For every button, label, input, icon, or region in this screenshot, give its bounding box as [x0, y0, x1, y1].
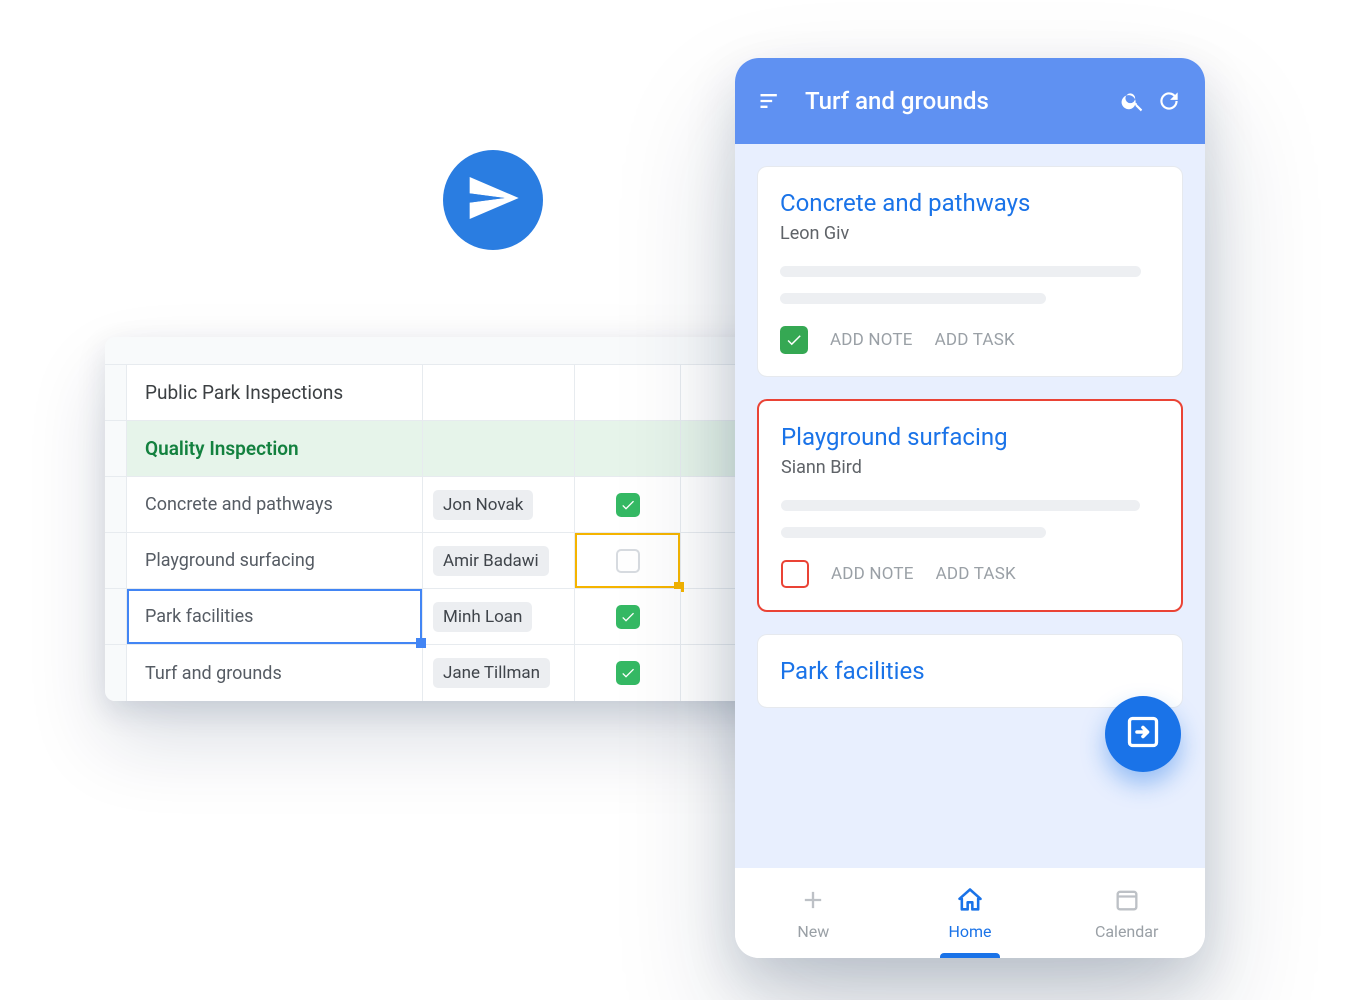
task-card[interactable]: Park facilities — [757, 634, 1183, 708]
arrow-right-box-icon — [1125, 714, 1161, 754]
row-gutter — [105, 533, 127, 588]
nav-new[interactable]: New — [735, 868, 892, 958]
nav-label: Home — [948, 922, 991, 941]
card-actions: ADD NOTE ADD TASK — [781, 560, 1159, 588]
nav-label: New — [797, 922, 829, 941]
cell-task-label: Park facilities — [145, 606, 253, 627]
nav-home[interactable]: Home — [892, 868, 1049, 958]
fab-button[interactable] — [1105, 696, 1181, 772]
checkbox-icon[interactable] — [780, 326, 808, 354]
cell-check[interactable] — [575, 645, 681, 701]
row-gutter — [105, 421, 127, 476]
calendar-icon — [1113, 886, 1141, 918]
section-header-row: Quality Inspection — [105, 421, 825, 477]
cell-assignee[interactable]: Amir Badawi — [423, 533, 575, 588]
add-note-button[interactable]: ADD NOTE — [831, 564, 914, 584]
cell[interactable] — [423, 421, 575, 476]
appbar-title: Turf and grounds — [805, 87, 1115, 115]
spreadsheet-panel: Public Park Inspections Quality Inspecti… — [105, 337, 825, 701]
sort-icon[interactable] — [753, 83, 789, 119]
card-subtitle: Leon Giv — [780, 223, 1160, 244]
sheet-gutter-top — [105, 337, 825, 365]
assignee-chip: Amir Badawi — [433, 546, 549, 576]
sheet-title-row: Public Park Inspections — [105, 365, 825, 421]
table-row: Playground surfacing Amir Badawi — [105, 533, 825, 589]
cell-check[interactable] — [575, 589, 681, 644]
sheet-title[interactable]: Public Park Inspections — [127, 365, 423, 420]
skeleton-line — [781, 500, 1140, 511]
row-gutter — [105, 477, 127, 532]
bottom-nav: New Home Calendar — [735, 868, 1205, 958]
assignee-chip: Jane Tillman — [433, 658, 550, 688]
task-card-alert[interactable]: Playground surfacing Siann Bird ADD NOTE… — [757, 399, 1183, 612]
nav-label: Calendar — [1095, 922, 1158, 941]
row-gutter — [105, 365, 127, 420]
checkbox-icon — [616, 549, 640, 573]
nav-calendar[interactable]: Calendar — [1048, 868, 1205, 958]
card-actions: ADD NOTE ADD TASK — [780, 326, 1160, 354]
section-header[interactable]: Quality Inspection — [127, 421, 423, 476]
add-task-button[interactable]: ADD TASK — [935, 330, 1015, 350]
cell[interactable] — [423, 365, 575, 420]
row-gutter — [105, 645, 127, 701]
task-card[interactable]: Concrete and pathways Leon Giv ADD NOTE … — [757, 166, 1183, 377]
checkbox-icon — [616, 493, 640, 517]
cell-assignee[interactable]: Jane Tillman — [423, 645, 575, 701]
skeleton-line — [780, 266, 1141, 277]
checkbox-icon — [616, 661, 640, 685]
mobile-mockup: Turf and grounds Concrete and pathways L… — [735, 58, 1205, 958]
table-row: Turf and grounds Jane Tillman — [105, 645, 825, 701]
plus-icon — [799, 886, 827, 918]
cell-assignee[interactable]: Jon Novak — [423, 477, 575, 532]
checkbox-icon[interactable] — [781, 560, 809, 588]
paper-plane-icon — [465, 170, 521, 230]
assignee-chip: Jon Novak — [433, 490, 533, 520]
add-task-button[interactable]: ADD TASK — [936, 564, 1016, 584]
assignee-chip: Minh Loan — [433, 602, 532, 632]
cell[interactable] — [575, 421, 681, 476]
skeleton-line — [780, 293, 1046, 304]
cell-task[interactable]: Park facilities — [127, 589, 423, 644]
cell-assignee[interactable]: Minh Loan — [423, 589, 575, 644]
card-title: Concrete and pathways — [780, 189, 1160, 217]
send-badge — [443, 150, 543, 250]
card-title: Playground surfacing — [781, 423, 1159, 451]
table-row: Concrete and pathways Jon Novak — [105, 477, 825, 533]
checkbox-icon — [616, 605, 640, 629]
cell-task[interactable]: Turf and grounds — [127, 645, 423, 701]
home-icon — [956, 886, 984, 918]
cell-task[interactable]: Concrete and pathways — [127, 477, 423, 532]
mobile-body: Concrete and pathways Leon Giv ADD NOTE … — [735, 144, 1205, 868]
table-row: Park facilities Minh Loan — [105, 589, 825, 645]
cell-task[interactable]: Playground surfacing — [127, 533, 423, 588]
cell-check[interactable] — [575, 477, 681, 532]
cell[interactable] — [575, 365, 681, 420]
skeleton-line — [781, 527, 1046, 538]
card-title: Park facilities — [780, 657, 1160, 685]
search-icon[interactable] — [1115, 83, 1151, 119]
cell-check[interactable] — [575, 533, 681, 588]
add-note-button[interactable]: ADD NOTE — [830, 330, 913, 350]
card-subtitle: Siann Bird — [781, 457, 1159, 478]
app-bar: Turf and grounds — [735, 58, 1205, 144]
row-gutter — [105, 589, 127, 644]
refresh-icon[interactable] — [1151, 83, 1187, 119]
